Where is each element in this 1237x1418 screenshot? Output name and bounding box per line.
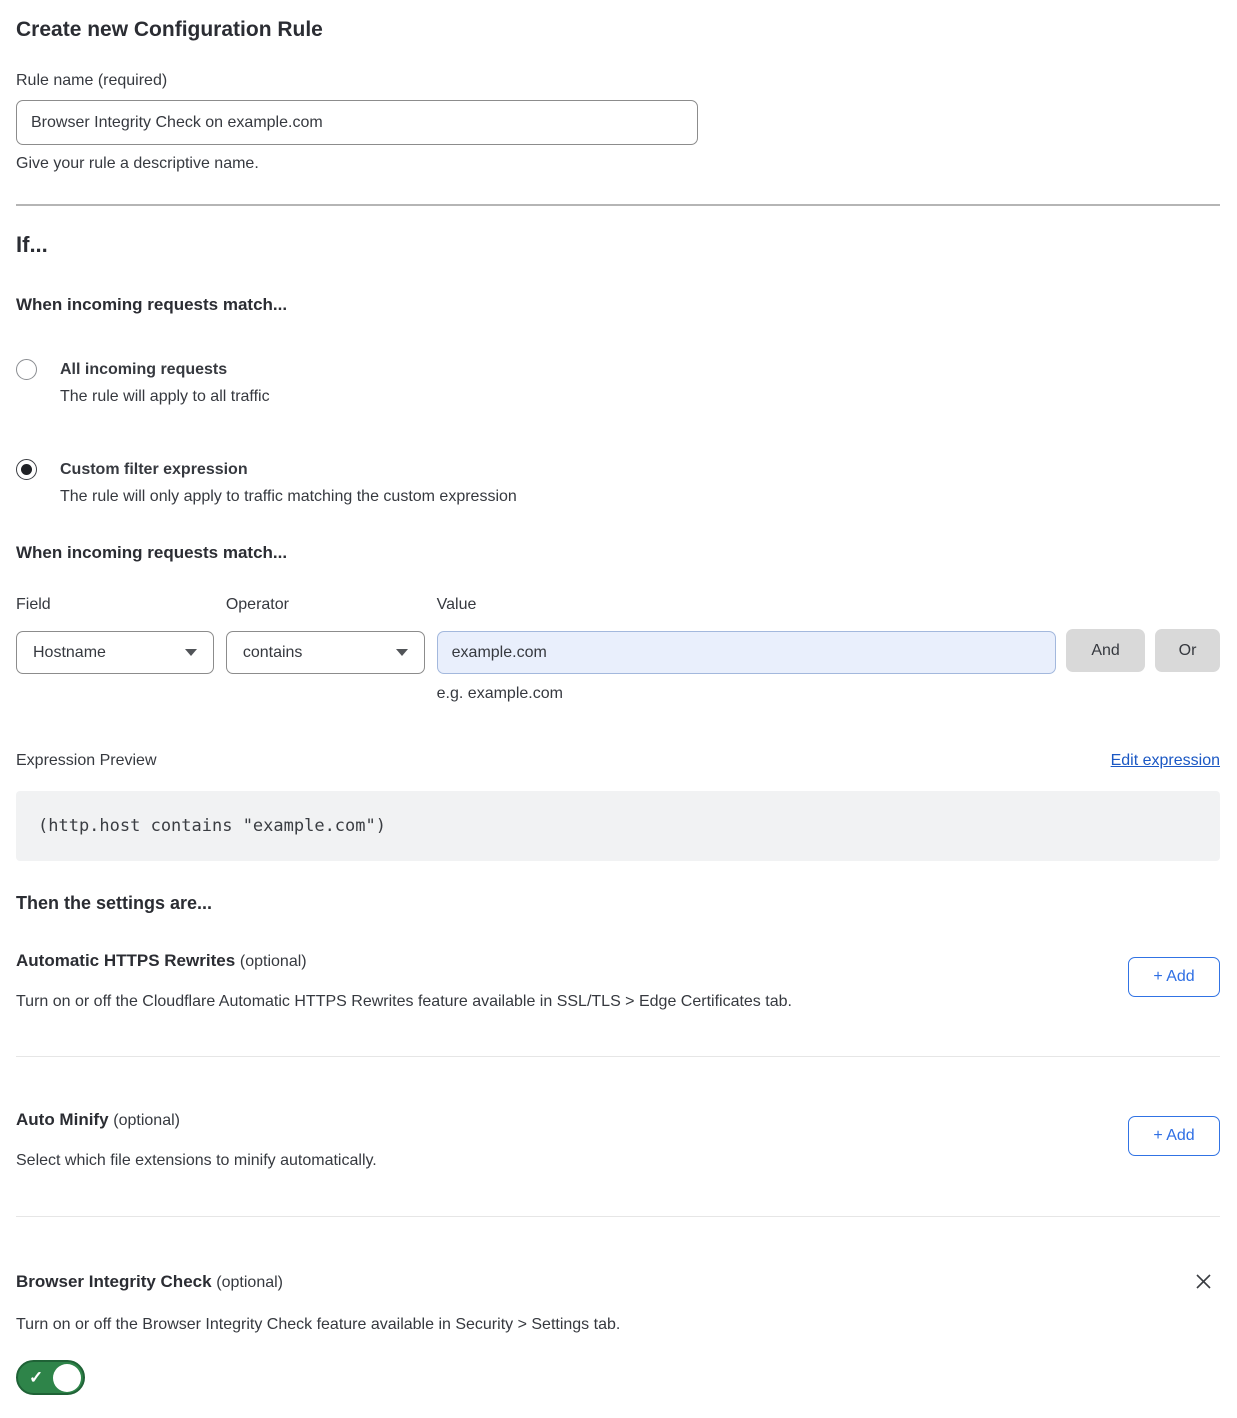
field-label: Field (16, 596, 214, 614)
field-select[interactable]: Hostname (16, 631, 214, 674)
chevron-down-icon (185, 649, 197, 656)
filter-builder-heading: When incoming requests match... (16, 543, 1220, 563)
create-configuration-rule-form: Create new Configuration Rule Rule name … (0, 0, 1237, 1418)
value-input[interactable] (437, 631, 1056, 674)
edit-expression-link[interactable]: Edit expression (1111, 752, 1220, 770)
setting-automatic-https-rewrites: Automatic HTTPS Rewrites (optional) Turn… (16, 914, 1220, 1057)
radio-checked-icon[interactable] (16, 459, 37, 480)
setting-description: Select which file extensions to minify a… (16, 1152, 377, 1170)
incoming-requests-match-heading: When incoming requests match... (16, 295, 1220, 315)
value-help: e.g. example.com (437, 685, 1056, 703)
setting-browser-integrity-check: Browser Integrity Check (optional) Turn … (16, 1217, 1220, 1398)
radio-option-custom-filter-expression[interactable]: Custom filter expression The rule will o… (16, 459, 1220, 506)
rule-name-input[interactable] (16, 100, 698, 145)
if-heading: If... (16, 232, 1220, 258)
setting-optional-label: (optional) (113, 1112, 180, 1129)
checkmark-icon: ✓ (29, 1369, 43, 1386)
setting-text: Automatic HTTPS Rewrites (optional) Turn… (16, 951, 792, 1011)
operator-select[interactable]: contains (226, 631, 425, 674)
filter-builder-row: Field Hostname Operator contains Value e… (16, 596, 1220, 703)
radio-label: All incoming requests (60, 359, 270, 380)
radio-description: The rule will only apply to traffic matc… (60, 488, 517, 506)
remove-setting-button[interactable] (1191, 1269, 1216, 1294)
add-automatic-https-rewrites-button[interactable]: + Add (1128, 957, 1220, 997)
radio-label: Custom filter expression (60, 459, 517, 480)
rule-name-help: Give your rule a descriptive name. (16, 155, 1220, 173)
page-title: Create new Configuration Rule (16, 18, 1220, 42)
radio-dot (21, 464, 32, 475)
setting-text: Auto Minify (optional) Select which file… (16, 1110, 377, 1170)
operator-label: Operator (226, 596, 425, 614)
setting-header: Browser Integrity Check (optional) (16, 1269, 1220, 1294)
setting-optional-label: (optional) (240, 953, 307, 970)
radio-description: The rule will apply to all traffic (60, 388, 270, 406)
expression-preview-code: (http.host contains "example.com") (16, 791, 1220, 861)
setting-name: Browser Integrity Check (16, 1272, 212, 1291)
radio-option-text: All incoming requests The rule will appl… (60, 359, 270, 406)
expression-preview-label: Expression Preview (16, 752, 157, 770)
setting-name: Auto Minify (16, 1110, 109, 1129)
setting-auto-minify: Auto Minify (optional) Select which file… (16, 1057, 1220, 1217)
setting-title: Automatic HTTPS Rewrites (optional) (16, 951, 792, 971)
chevron-down-icon (396, 649, 408, 656)
expression-preview-header: Expression Preview Edit expression (16, 752, 1220, 770)
field-select-value: Hostname (33, 644, 106, 662)
radio-option-all-incoming-requests[interactable]: All incoming requests The rule will appl… (16, 359, 1220, 406)
rule-name-label: Rule name (required) (16, 72, 1220, 90)
setting-description: Turn on or off the Cloudflare Automatic … (16, 993, 792, 1011)
operator-select-value: contains (243, 644, 303, 662)
then-settings-heading: Then the settings are... (16, 893, 1220, 914)
setting-optional-label: (optional) (216, 1274, 283, 1291)
radio-unchecked-icon[interactable] (16, 359, 37, 380)
close-icon (1193, 1271, 1214, 1292)
setting-description: Turn on or off the Browser Integrity Che… (16, 1316, 1220, 1334)
value-column: Value e.g. example.com (437, 596, 1056, 703)
setting-title: Auto Minify (optional) (16, 1110, 377, 1130)
section-divider (16, 204, 1220, 206)
field-column: Field Hostname (16, 596, 214, 674)
toggle-knob (53, 1364, 81, 1392)
and-button[interactable]: And (1066, 629, 1145, 672)
add-auto-minify-button[interactable]: + Add (1128, 1116, 1220, 1156)
radio-option-text: Custom filter expression The rule will o… (60, 459, 517, 506)
value-label: Value (437, 596, 1056, 614)
setting-name: Automatic HTTPS Rewrites (16, 951, 235, 970)
setting-title: Browser Integrity Check (optional) (16, 1272, 283, 1292)
operator-column: Operator contains (226, 596, 425, 674)
or-button[interactable]: Or (1155, 629, 1220, 672)
browser-integrity-check-toggle-on[interactable]: ✓ (16, 1360, 85, 1395)
